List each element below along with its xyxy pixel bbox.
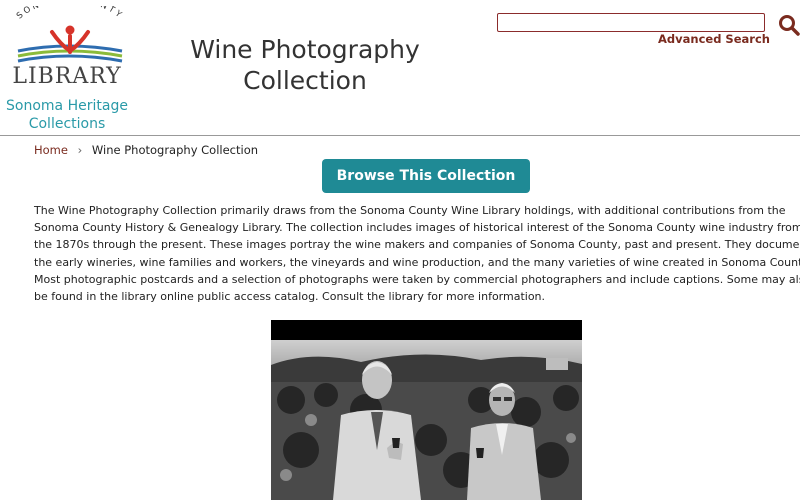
logo-heritage-line1: Sonoma Heritage <box>6 98 128 114</box>
featured-photo[interactable] <box>271 320 582 500</box>
search-icon[interactable] <box>778 14 800 36</box>
breadcrumb: Home › Wine Photography Collection <box>34 143 258 157</box>
advanced-search-link[interactable]: Advanced Search <box>658 32 770 46</box>
page-title-line1: Wine Photography <box>190 35 420 64</box>
logo-heritage-line2: Collections <box>28 116 106 132</box>
logo-heritage-text: Sonoma Heritage Collections <box>4 97 130 133</box>
collection-description: The Wine Photography Collection primaril… <box>34 204 800 304</box>
browse-collection-button[interactable]: Browse This Collection <box>322 159 530 193</box>
breadcrumb-home-link[interactable]: Home <box>34 143 68 157</box>
site-header: SONOMA COUNTY LIBRARY Sonoma Heritage Co… <box>0 0 800 136</box>
search-input[interactable] <box>497 13 765 32</box>
sonoma-county-library-logo[interactable]: SONOMA COUNTY LIBRARY Sonoma Heritage Co… <box>4 6 134 132</box>
vineyard-photo-image <box>271 320 582 500</box>
logo-arc-text: SONOMA COUNTY <box>15 6 125 21</box>
breadcrumb-separator: › <box>77 143 83 157</box>
breadcrumb-current: Wine Photography Collection <box>91 143 259 157</box>
logo-library-text: LIBRARY <box>12 64 122 89</box>
page-title-line2: Collection <box>243 66 367 95</box>
page-title: Wine Photography Collection <box>175 34 435 96</box>
